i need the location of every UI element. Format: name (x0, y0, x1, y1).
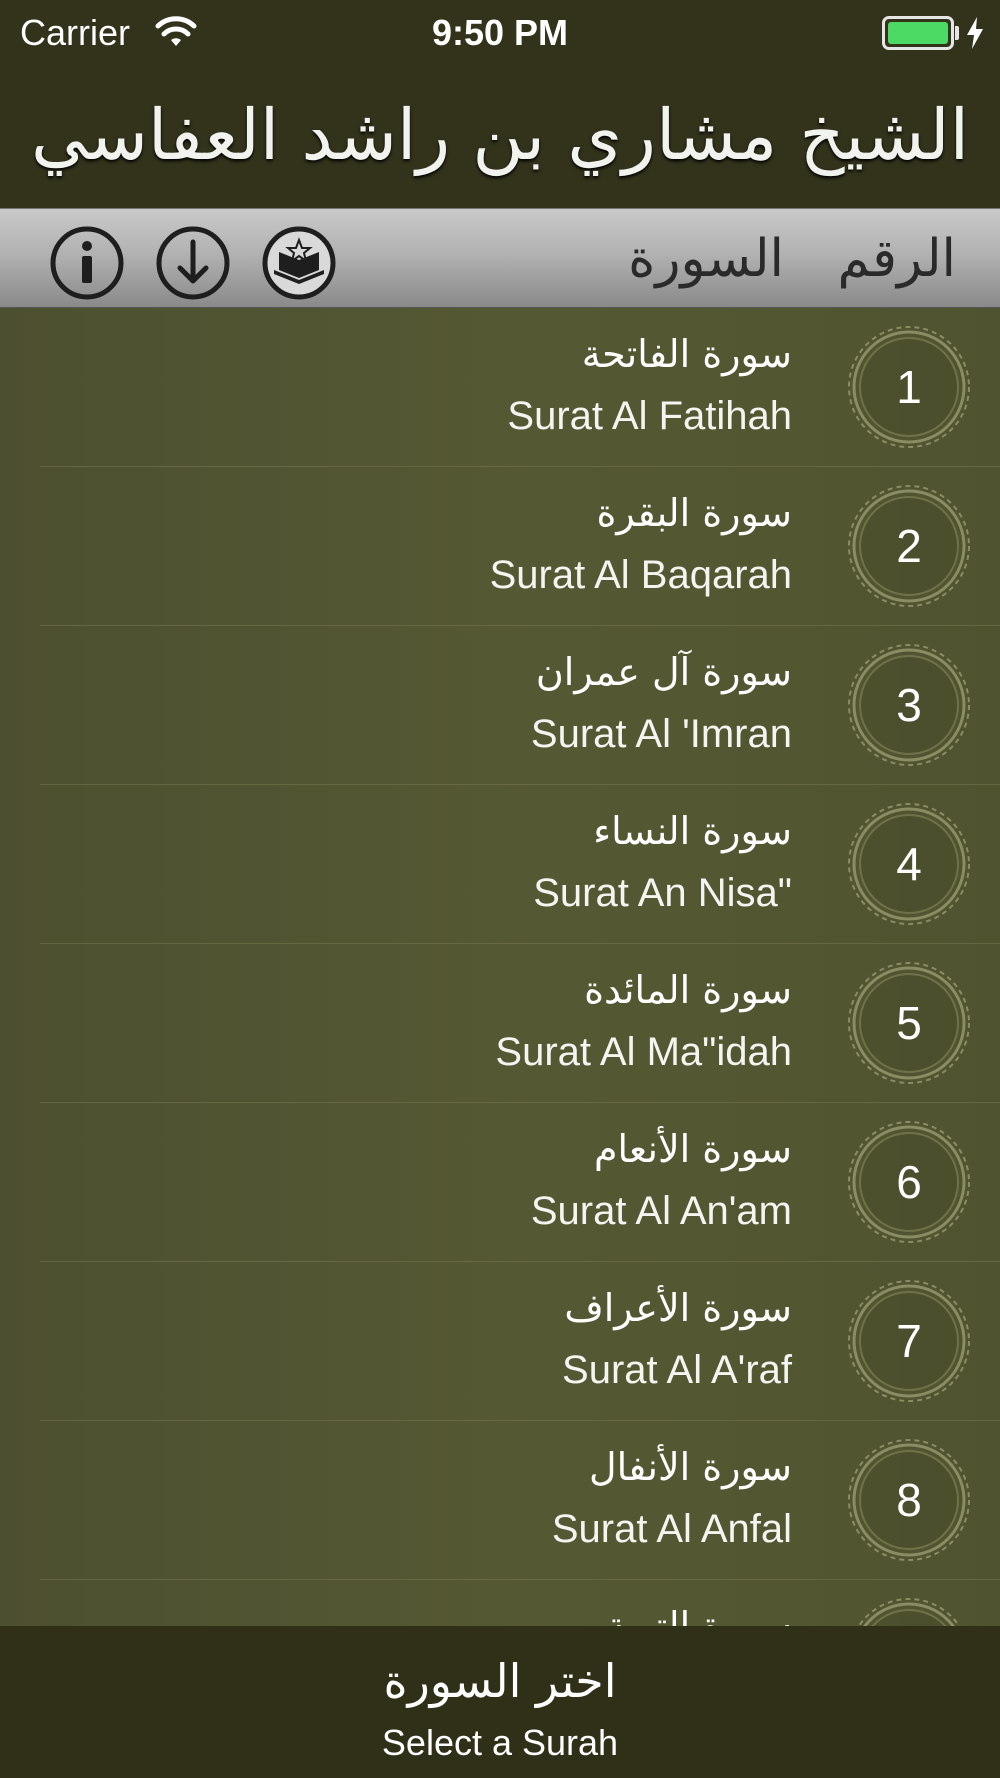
surah-row[interactable]: سورة الأنفال Surat Al Anfal 8 (0, 1421, 1000, 1580)
column-header: السورة الرقم (0, 208, 1000, 308)
quran-button[interactable] (262, 226, 336, 300)
surah-number-badge: 8 (846, 1437, 972, 1563)
surah-row[interactable]: سورة التوبة Surat At Tawbah 9 (0, 1580, 1000, 1626)
surah-number: 8 (896, 1474, 922, 1526)
surah-number-badge: 4 (846, 801, 972, 927)
surah-number: 3 (896, 679, 922, 731)
surah-list[interactable]: سورة الفاتحة Surat Al Fatihah 1 سورة الب… (0, 308, 1000, 1626)
column-label-number: الرقم (837, 229, 956, 289)
surah-row[interactable]: سورة البقرة Surat Al Baqarah 2 (0, 467, 1000, 626)
select-surah-bar[interactable]: اختر السورة Select a Surah (0, 1626, 1000, 1778)
surah-english-name: Surat An Nisa" (533, 871, 792, 915)
surah-row[interactable]: سورة النساء Surat An Nisa" 4 (0, 785, 1000, 944)
status-time: 9:50 PM (431, 12, 569, 53)
surah-number-badge: 7 (846, 1278, 972, 1404)
surah-row[interactable]: سورة آل عمران Surat Al 'Imran 3 (0, 626, 1000, 785)
surah-arabic-name: سورة آل عمران (535, 650, 792, 694)
surah-number-badge: 9 (846, 1596, 972, 1626)
surah-row[interactable]: سورة الأنعام Surat Al An'am 6 (0, 1103, 1000, 1262)
surah-english-name: Surat Al A'raf (562, 1348, 792, 1392)
surah-row[interactable]: سورة الأعراف Surat Al A'raf 7 (0, 1262, 1000, 1421)
surah-number-badge: 3 (846, 642, 972, 768)
surah-arabic-name: سورة النساء (593, 809, 792, 853)
surah-number-badge: 6 (846, 1119, 972, 1245)
surah-number: 1 (896, 361, 922, 413)
download-button[interactable] (156, 226, 230, 300)
surah-arabic-name: سورة البقرة (596, 491, 792, 535)
surah-arabic-name: سورة الأعراف (564, 1286, 792, 1330)
surah-english-name: Surat Al Baqarah (489, 553, 792, 597)
info-icon (50, 226, 124, 300)
select-surah-arabic: اختر السورة (383, 1654, 617, 1708)
surah-number: 7 (896, 1315, 922, 1367)
surah-arabic-name: سورة المائدة (584, 968, 792, 1012)
download-icon (156, 226, 230, 300)
select-surah-english: Select a Surah (381, 1722, 619, 1763)
surah-row[interactable]: سورة المائدة Surat Al Ma"idah 5 (0, 944, 1000, 1103)
surah-number: 9 (846, 1596, 972, 1626)
surah-english-name: Surat Al Anfal (551, 1507, 792, 1551)
battery-level-fill (888, 22, 948, 44)
surah-english-name: Surat Al An'am (530, 1189, 792, 1233)
surah-number: 5 (896, 997, 922, 1049)
battery-nub (955, 26, 959, 40)
surah-row[interactable]: سورة الفاتحة Surat Al Fatihah 1 (0, 308, 1000, 467)
surah-number-badge: 1 (846, 324, 972, 450)
surah-number-badge: 2 (846, 483, 972, 609)
surah-arabic-name: سورة التوبة (606, 1604, 792, 1626)
app-title: الشيخ مشاري بن راشد العفاسي (30, 94, 970, 176)
battery-icon (882, 16, 954, 50)
info-button[interactable] (50, 226, 124, 300)
top-bar: Carrier 9:50 PM الشيخ مشاري بن راشد العف… (0, 0, 1000, 208)
surah-arabic-name: سورة الأنعام (593, 1127, 792, 1171)
quran-book-icon (262, 226, 336, 300)
surah-arabic-name: سورة الفاتحة (581, 332, 792, 376)
surah-number-badge: 5 (846, 960, 972, 1086)
surah-english-name: Surat Al Ma"idah (495, 1030, 792, 1074)
surah-number: 6 (896, 1156, 922, 1208)
surah-english-name: Surat Al Fatihah (507, 394, 792, 438)
charging-bolt-icon (964, 16, 986, 50)
surah-number: 4 (896, 838, 922, 890)
column-label-surah: السورة (628, 229, 784, 289)
surah-english-name: Surat Al 'Imran (530, 712, 792, 756)
surah-number: 2 (896, 520, 922, 572)
status-bar: Carrier 9:50 PM (0, 0, 1000, 68)
surah-arabic-name: سورة الأنفال (588, 1445, 792, 1489)
